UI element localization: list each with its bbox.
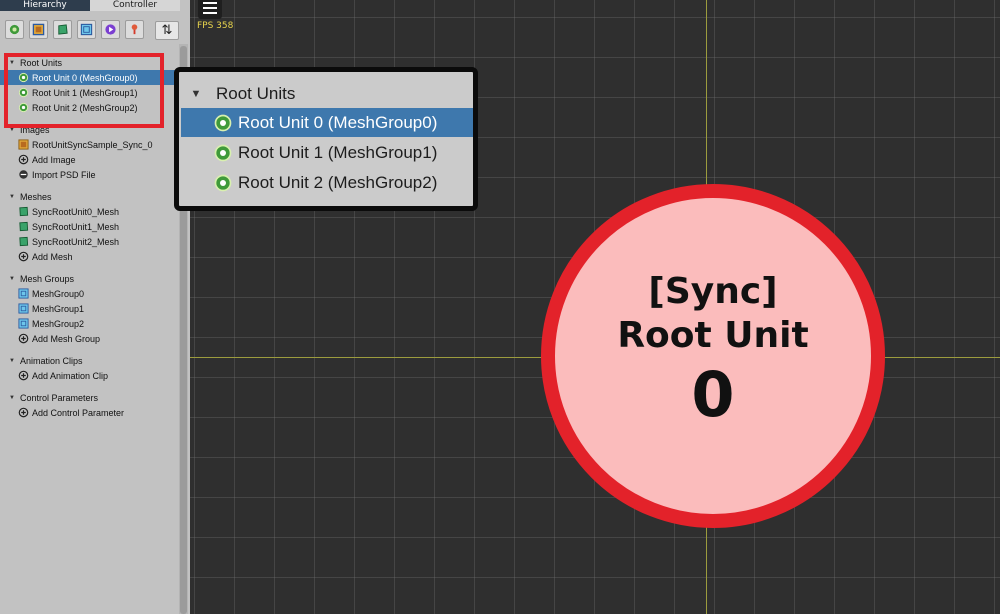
list-item-label: SyncRootUnit1_Mesh [32, 221, 120, 232]
list-item-mesh-2[interactable]: SyncRootUnit2_Mesh [0, 234, 178, 249]
expand-arrow-icon[interactable]: ▼ [6, 276, 18, 282]
section-title: Meshes [20, 191, 52, 202]
add-plus-icon [18, 370, 29, 381]
zoom-section-header: ▼ Root Units [179, 80, 296, 108]
panel-tabs: Hierarchy Controller [0, 0, 180, 11]
section-title: Mesh Groups [20, 273, 75, 284]
list-item-label: MeshGroup1 [32, 303, 85, 314]
filter-toolbar [5, 20, 144, 44]
add-animation-clip-button[interactable]: Add Animation Clip [0, 368, 178, 383]
add-plus-icon [18, 333, 29, 344]
list-item-label: SyncRootUnit0_Mesh [32, 206, 120, 217]
mesh-group-icon [18, 288, 29, 299]
badge-line-1: [Sync] [648, 271, 778, 312]
mesh-group-filter-icon [80, 23, 93, 36]
add-mesh-group-button[interactable]: Add Mesh Group [0, 331, 178, 346]
list-item-label: Root Unit 0 (MeshGroup0) [238, 112, 438, 132]
expand-arrow-icon: ▼ [190, 88, 202, 100]
add-plus-icon [18, 154, 29, 165]
expand-arrow-icon[interactable]: ▼ [6, 194, 18, 200]
add-mesh-button[interactable]: Add Mesh [0, 249, 178, 264]
list-item-label: MeshGroup2 [32, 318, 85, 329]
list-item-label: Add Animation Clip [32, 370, 109, 381]
list-item-label: MeshGroup0 [32, 288, 85, 299]
sort-button[interactable]: ⇅ [155, 21, 179, 40]
list-item-mesh-group-2[interactable]: MeshGroup2 [0, 316, 178, 331]
add-plus-icon [18, 407, 29, 418]
list-item-image[interactable]: RootUnitSyncSample_Sync_0 [0, 137, 178, 152]
mesh-icon [18, 221, 29, 232]
mesh-group-icon [18, 318, 29, 329]
root-unit-filter-button[interactable] [5, 20, 24, 39]
expand-arrow-icon[interactable]: ▼ [6, 395, 18, 401]
badge-line-3: 0 [691, 358, 735, 431]
hamburger-menu-icon[interactable] [200, 0, 220, 16]
add-plus-icon [18, 251, 29, 262]
highlight-frame [4, 53, 164, 128]
list-item-mesh-1[interactable]: SyncRootUnit1_Mesh [0, 219, 178, 234]
control-param-filter-icon [131, 24, 138, 35]
section-header[interactable]: ▼ Control Parameters [0, 390, 178, 405]
list-item-mesh-group-1[interactable]: MeshGroup1 [0, 301, 178, 316]
section-title: Control Parameters [20, 392, 99, 403]
image-icon [18, 139, 29, 150]
list-item-label: Import PSD File [32, 169, 96, 180]
root-unit-icon [213, 173, 233, 193]
section-header[interactable]: ▼ Mesh Groups [0, 271, 178, 286]
list-item-label: SyncRootUnit2_Mesh [32, 236, 120, 247]
mesh-icon [18, 236, 29, 247]
list-item-label: Add Image [32, 154, 76, 165]
animation-filter-button[interactable] [101, 20, 120, 39]
list-item-label: Add Mesh Group [32, 333, 101, 344]
add-control-parameter-button[interactable]: Add Control Parameter [0, 405, 178, 420]
tab-controller[interactable]: Controller [90, 0, 180, 11]
root-unit-icon [213, 143, 233, 163]
zoom-list-item-root-unit-2: Root Unit 2 (MeshGroup2) [181, 168, 473, 197]
fps-counter: FPS 358 [197, 21, 234, 31]
list-item-label: Root Unit 1 (MeshGroup1) [238, 142, 438, 162]
image-filter-icon [32, 23, 45, 36]
list-item-label: Add Control Parameter [32, 407, 125, 418]
mesh-group-icon [18, 303, 29, 314]
section-mesh-groups: ▼ Mesh Groups MeshGroup0 MeshGroup1 Mesh… [0, 271, 178, 346]
section-title: Animation Clips [20, 355, 83, 366]
badge-line-2: Root Unit [617, 315, 809, 356]
zoom-inset: ▼ Root Units Root Unit 0 (MeshGroup0) Ro… [174, 67, 478, 211]
section-header[interactable]: ▼ Meshes [0, 189, 178, 204]
section-header[interactable]: ▼ Animation Clips [0, 353, 178, 368]
list-item-label: Add Mesh [32, 251, 73, 262]
hierarchy-panel: Hierarchy Controller ⇅ ▼ Root Units Root… [0, 0, 190, 614]
zoom-list-item-root-unit-0: Root Unit 0 (MeshGroup0) [181, 108, 473, 137]
mesh-group-filter-button[interactable] [77, 20, 96, 39]
section-images: ▼ Images RootUnitSyncSample_Sync_0 Add I… [0, 122, 178, 182]
tab-hierarchy[interactable]: Hierarchy [0, 0, 90, 11]
section-title: Root Units [216, 84, 296, 103]
mesh-icon [18, 206, 29, 217]
mesh-filter-button[interactable] [53, 20, 72, 39]
section-animation-clips: ▼ Animation Clips Add Animation Clip [0, 353, 178, 383]
import-psd-button[interactable]: Import PSD File [0, 167, 178, 182]
list-item-label: RootUnitSyncSample_Sync_0 [32, 139, 153, 150]
app-window: FPS 358 Hierarchy Controller ⇅ ▼ Root Un… [0, 0, 1000, 614]
control-param-filter-button[interactable] [125, 20, 144, 39]
root-unit-icon [213, 113, 233, 133]
section-meshes: ▼ Meshes SyncRootUnit0_Mesh SyncRootUnit… [0, 189, 178, 264]
root-unit-filter-icon [9, 24, 20, 35]
list-item-label: Root Unit 2 (MeshGroup2) [238, 172, 438, 192]
list-item-mesh-group-0[interactable]: MeshGroup0 [0, 286, 178, 301]
add-image-button[interactable]: Add Image [0, 152, 178, 167]
import-psd-icon [18, 169, 29, 180]
image-filter-button[interactable] [29, 20, 48, 39]
list-item-mesh-0[interactable]: SyncRootUnit0_Mesh [0, 204, 178, 219]
zoom-list-item-root-unit-1: Root Unit 1 (MeshGroup1) [181, 138, 473, 167]
expand-arrow-icon[interactable]: ▼ [6, 358, 18, 364]
mesh-filter-icon [58, 24, 68, 35]
animation-filter-icon [105, 24, 116, 35]
sync-root-unit-badge: [Sync] Root Unit 0 [541, 184, 885, 528]
section-control-parameters: ▼ Control Parameters Add Control Paramet… [0, 390, 178, 420]
